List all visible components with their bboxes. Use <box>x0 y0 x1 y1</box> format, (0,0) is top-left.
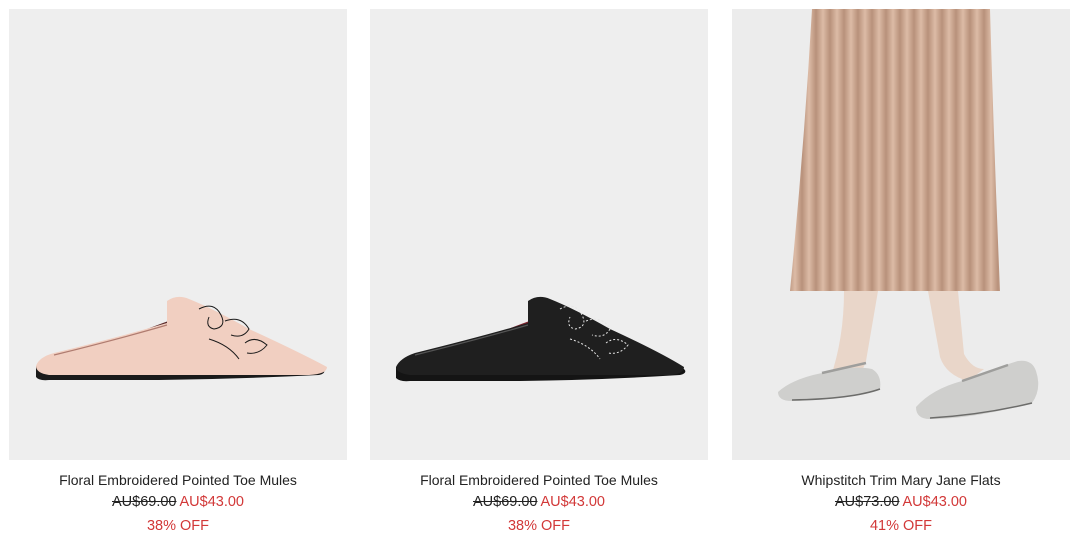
discount-badge: 38% OFF <box>507 518 571 534</box>
sale-price: AU$43.00 <box>179 494 245 510</box>
price-row: AU$69.00 AU$43.00 <box>370 490 708 514</box>
discount-badge: 38% OFF <box>146 518 210 534</box>
original-price: AU$73.00 <box>835 494 900 510</box>
product-grid: Floral Embroidered Pointed Toe Mules AU$… <box>0 0 1080 551</box>
price-row: AU$73.00 AU$43.00 <box>732 490 1070 514</box>
sale-price: AU$43.00 <box>540 494 606 510</box>
original-price: AU$69.00 <box>112 494 177 510</box>
black-mule-shoe-image <box>396 296 686 382</box>
product-card[interactable]: Floral Embroidered Pointed Toe Mules AU$… <box>9 9 347 538</box>
product-card[interactable]: Whipstitch Trim Mary Jane Flats AU$73.00… <box>732 9 1070 538</box>
sale-price: AU$43.00 <box>902 494 968 510</box>
discount-badge: 41% OFF <box>869 518 933 534</box>
price-row: AU$69.00 AU$43.00 <box>9 490 347 514</box>
product-card[interactable]: Floral Embroidered Pointed Toe Mules AU$… <box>370 9 708 538</box>
product-image[interactable] <box>732 9 1070 460</box>
product-image[interactable] <box>370 9 708 460</box>
product-name[interactable]: Floral Embroidered Pointed Toe Mules <box>9 470 347 490</box>
product-image[interactable] <box>9 9 347 460</box>
product-name[interactable]: Floral Embroidered Pointed Toe Mules <box>370 470 708 490</box>
product-name[interactable]: Whipstitch Trim Mary Jane Flats <box>732 470 1070 490</box>
model-wearing-mary-jane-flats-image <box>778 9 1039 419</box>
original-price: AU$69.00 <box>473 494 538 510</box>
pink-mule-shoe-image <box>36 296 327 381</box>
